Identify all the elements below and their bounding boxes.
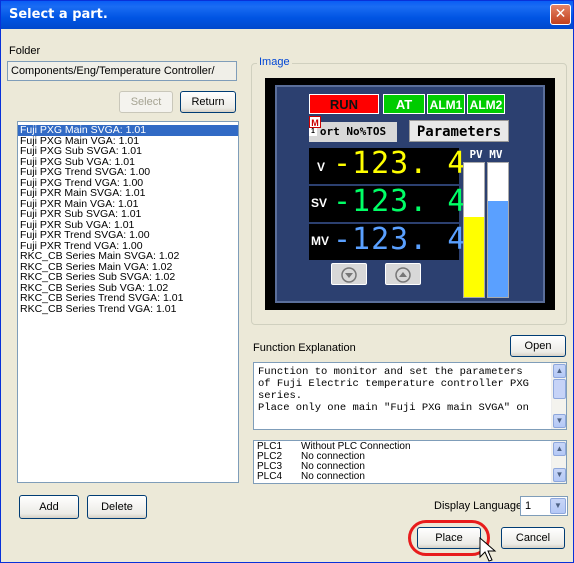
- scroll-thumb[interactable]: [553, 379, 566, 399]
- cancel-button[interactable]: Cancel: [501, 527, 565, 549]
- sv-value: -123. 4: [333, 184, 467, 219]
- bar-header: PV MV: [469, 148, 503, 161]
- part-preview: RUN AT ALM1 ALM2 ort No%TOS Parameters M…: [265, 78, 555, 310]
- run-indicator: RUN: [309, 94, 379, 114]
- parts-list[interactable]: Fuji PXG Main SVGA: 1.01 Fuji PXG Main VG…: [17, 121, 239, 483]
- mv-bar: [487, 162, 509, 298]
- title-bar[interactable]: Select a part. ✕: [1, 1, 573, 29]
- pv-bar-fill: [464, 216, 484, 297]
- return-button[interactable]: Return: [180, 91, 236, 113]
- function-explanation-label: Function Explanation: [253, 342, 356, 354]
- scroll-down-icon[interactable]: ▼: [553, 468, 566, 482]
- place-button[interactable]: Place: [417, 527, 481, 549]
- close-icon[interactable]: ✕: [550, 4, 571, 25]
- pv-bar: [463, 162, 485, 298]
- list-item[interactable]: Fuji PXG Main SVGA: 1.01: [18, 125, 238, 136]
- pv-value: -123. 4: [333, 146, 467, 181]
- display-language-value: 1: [525, 500, 532, 512]
- marker-1-number: 1: [309, 128, 317, 136]
- mv-bar-fill: [488, 200, 508, 297]
- mv-label: MV: [311, 234, 329, 248]
- at-indicator: AT: [383, 94, 425, 114]
- port-label: ort No%TOS: [309, 122, 397, 142]
- dialog-window: Select a part. ✕ Folder Components/Eng/T…: [0, 0, 574, 563]
- function-explanation-text: Function to monitor and set the paramete…: [258, 366, 529, 414]
- parameters-button: Parameters: [409, 120, 509, 142]
- list-item[interactable]: Fuji PXG Sub SVGA: 1.01: [18, 146, 238, 157]
- pv-label: V: [317, 160, 326, 174]
- mouse-cursor-icon: [479, 537, 497, 562]
- down-arrow-icon: [331, 263, 367, 285]
- list-item[interactable]: RKC_CB Series Trend SVGA: 1.01: [18, 293, 238, 304]
- plc-id: PLC4: [257, 471, 283, 482]
- alm2-indicator: ALM2: [467, 94, 505, 114]
- scroll-up-icon[interactable]: ▲: [553, 442, 566, 456]
- image-group-label: Image: [257, 56, 292, 68]
- list-item[interactable]: Fuji PXR Trend SVGA: 1.00: [18, 230, 238, 241]
- list-item[interactable]: RKC_CB Series Main SVGA: 1.02: [18, 251, 238, 262]
- scroll-down-icon[interactable]: ▼: [553, 414, 566, 428]
- function-scrollbar[interactable]: ▲ ▼: [551, 363, 566, 429]
- folder-label: Folder: [9, 45, 41, 57]
- folder-path-field: Components/Eng/Temperature Controller/: [7, 61, 237, 81]
- plc-row[interactable]: PLC4 No connection: [257, 472, 562, 482]
- list-item[interactable]: RKC_CB Series Trend VGA: 1.01: [18, 303, 238, 315]
- display-language-label: Display Language: [434, 500, 523, 512]
- list-item[interactable]: Fuji PXR Main SVGA: 1.01: [18, 188, 238, 199]
- up-arrow-icon: [385, 263, 421, 285]
- list-item[interactable]: RKC_CB Series Sub SVGA: 1.02: [18, 272, 238, 283]
- list-item[interactable]: Fuji PXG Trend SVGA: 1.00: [18, 167, 238, 178]
- alm1-indicator: ALM1: [427, 94, 465, 114]
- function-explanation-box[interactable]: Function to monitor and set the paramete…: [253, 362, 567, 430]
- add-button[interactable]: Add: [19, 495, 79, 519]
- delete-button[interactable]: Delete: [87, 495, 147, 519]
- display-language-select[interactable]: 1 ▼: [520, 496, 568, 516]
- select-button[interactable]: Select: [119, 91, 173, 113]
- window-title: Select a part.: [9, 7, 108, 22]
- open-button[interactable]: Open: [510, 335, 566, 357]
- list-item[interactable]: Fuji PXR Sub SVGA: 1.01: [18, 209, 238, 220]
- plc-list[interactable]: PLC1 Without PLC Connection PLC2 No connect…: [253, 440, 567, 484]
- scroll-up-icon[interactable]: ▲: [553, 364, 566, 378]
- plc-scrollbar[interactable]: ▲ ▼: [551, 441, 566, 483]
- marker-1: M: [309, 116, 321, 128]
- chevron-down-icon[interactable]: ▼: [550, 498, 566, 514]
- plc-description: No connection: [301, 471, 365, 482]
- sv-label: SV: [311, 196, 328, 210]
